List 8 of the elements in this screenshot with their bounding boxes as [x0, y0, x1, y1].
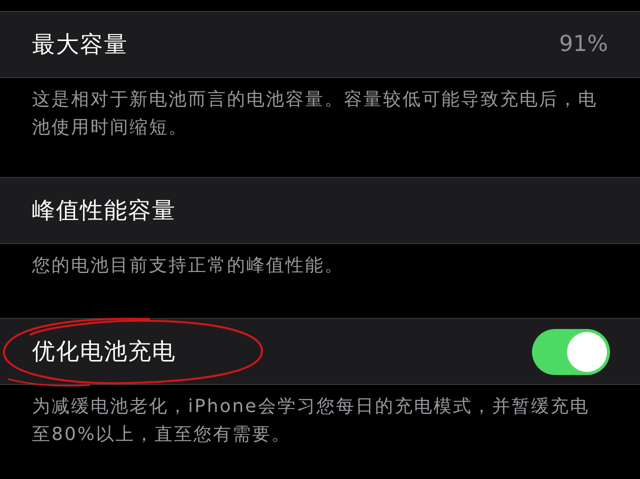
row-label: 最大容量: [32, 31, 129, 60]
footer-text: 您的电池目前支持正常的峰值性能。: [32, 254, 345, 278]
row-value: 91%: [559, 32, 608, 57]
footer-text: 为减缓电池老化，iPhone会学习您每日的充电模式，并暂缓充电至80%以上，直至您有需要。: [32, 395, 590, 447]
toggle-switch[interactable]: [532, 328, 610, 374]
row-label: 峰值性能容量: [32, 197, 177, 226]
footer-text: 这是相对于新电池而言的电池容量。容量较低可能导致充电后，电池使用时间缩短。: [32, 88, 598, 140]
row-label: 优化电池充电: [32, 338, 177, 367]
